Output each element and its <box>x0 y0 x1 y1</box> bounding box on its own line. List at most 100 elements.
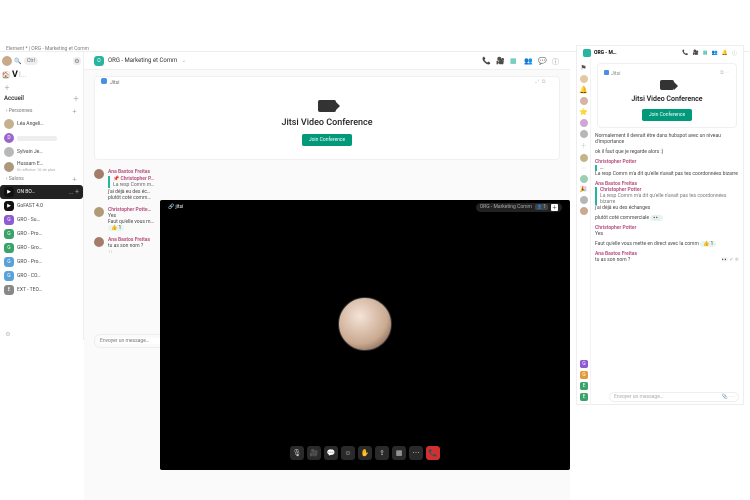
popout-icon[interactable]: ⧉ <box>542 79 546 85</box>
room-row[interactable]: ▶ON BO…… + <box>0 185 83 199</box>
people-icon[interactable]: 👥 <box>712 50 718 57</box>
avatar <box>4 147 14 157</box>
share-button[interactable]: ⇪ <box>375 446 389 460</box>
video-tile-self <box>338 297 392 351</box>
room-badge[interactable]: E <box>580 382 588 390</box>
search-icon[interactable]: 🔍 <box>14 57 22 65</box>
smile-button[interactable]: ☺ <box>341 446 355 460</box>
more-icon[interactable]: ⋯ <box>725 70 730 76</box>
avatar[interactable] <box>580 97 588 105</box>
room-row[interactable]: EEXT - TEO… <box>0 283 83 297</box>
bell-icon[interactable]: 🔔 <box>722 50 728 57</box>
video-icon[interactable]: 🎥 <box>693 50 699 57</box>
room-title: ORG - Marketing et Comm <box>108 57 177 64</box>
reaction-badge[interactable]: 👀 <box>650 215 662 221</box>
grid-icon[interactable]: ▦ <box>510 57 518 65</box>
chat-icon[interactable]: 💬 <box>538 57 546 65</box>
person-row[interactable]: Léa Angeli… <box>0 117 83 131</box>
mini-placeholder: Envoyer un message… <box>614 394 663 400</box>
room-name: EXT - TEO… <box>17 287 42 293</box>
avatar[interactable] <box>580 130 588 138</box>
avatar[interactable] <box>580 154 588 162</box>
call-participants: 👤 1 <box>535 204 548 210</box>
mic-button[interactable]: 🎙 <box>290 446 304 460</box>
jitsi-brand: 🔗 jitsi <box>168 204 183 210</box>
person-row[interactable]: Hussam E…En afficher 10 de plus <box>0 159 83 174</box>
avatar <box>4 119 14 129</box>
call-room-name: ORG - Marketing Comm <box>480 204 532 210</box>
message-text: plutôt coté commerciale <box>595 215 649 221</box>
plus-icon[interactable]: ＋ <box>72 176 77 183</box>
reaction-badge[interactable]: 👍 1 <box>700 241 716 247</box>
message: Ana Bastos Freitas📌 Christopher P…La res… <box>94 166 560 204</box>
people-icon[interactable]: 👥 <box>524 57 532 65</box>
room-row[interactable]: GGRO - Su… <box>0 213 83 227</box>
person-row[interactable]: D <box>0 131 83 145</box>
person-name: Sylvain Je… <box>17 149 67 155</box>
gear-icon[interactable]: ⚙ <box>4 330 12 338</box>
plus-icon[interactable]: ＋ <box>72 108 77 115</box>
room-badge[interactable]: G <box>580 371 588 379</box>
room-badge[interactable]: G <box>580 360 588 368</box>
home-section[interactable]: Accueil ＋ <box>0 91 83 106</box>
room-badge[interactable]: E <box>580 393 588 401</box>
mini-message: plutôt coté commerciale 👀 <box>595 213 739 223</box>
home-icon[interactable]: 🏠 <box>2 71 10 79</box>
mini-composer[interactable]: Envoyer un message… 📎 ⋯ <box>609 392 739 402</box>
star-icon[interactable]: ⭐ <box>579 108 588 116</box>
plus-icon[interactable]: ＋ <box>73 94 79 103</box>
profile-avatar[interactable] <box>2 56 12 66</box>
grid-icon[interactable]: ▦ <box>703 50 708 57</box>
room-name: GRO - CO… <box>17 273 41 279</box>
mini-message: Ana Bastos FreitasChristopher PotterLa r… <box>595 179 739 213</box>
popout-icon[interactable]: ⧉ <box>720 70 724 76</box>
more-icon[interactable]: ⋯ <box>548 79 553 85</box>
grid-button[interactable]: ▦ <box>392 446 406 460</box>
hand-button[interactable]: ✋ <box>358 446 372 460</box>
chevron-down-icon[interactable]: ⌄ <box>181 57 186 64</box>
phone-icon[interactable]: 📞 <box>682 50 688 57</box>
room-badge: ▶ <box>4 187 14 197</box>
room-badge: ▶ <box>4 201 14 211</box>
room-row[interactable]: GGRO - Pro… <box>0 227 83 241</box>
settings-icon[interactable]: ⚙ <box>73 57 81 65</box>
avatar[interactable] <box>580 75 588 83</box>
join-button[interactable]: Join Conference <box>302 134 352 146</box>
room-name: GRO - Gro… <box>17 245 42 251</box>
bell-icon[interactable]: 🔔 <box>579 86 588 94</box>
join-button[interactable]: Join Conference <box>642 109 692 121</box>
room-row[interactable]: GGRO - CO… <box>0 269 83 283</box>
chat-button[interactable]: 💬 <box>324 446 338 460</box>
mini-message: ok il faut que je regarde alors :) <box>595 147 739 157</box>
person-row[interactable]: Sylvain Je… <box>0 145 83 159</box>
room-name: GRO - Pro… <box>17 231 42 237</box>
room-badge: G <box>4 271 14 281</box>
avatar[interactable] <box>580 175 588 183</box>
room-row[interactable]: GGRO - Pro… <box>0 255 83 269</box>
avatar[interactable] <box>580 119 588 127</box>
room-avatar: O <box>94 56 104 66</box>
more-button[interactable]: ⋯ <box>409 446 423 460</box>
avatar <box>94 207 104 217</box>
mini-message: Christopher PotterYes <box>595 223 739 239</box>
info-icon[interactable]: ⓘ <box>552 57 560 65</box>
avatar[interactable] <box>580 196 588 204</box>
phone-icon[interactable]: 📞 <box>482 57 490 65</box>
rooms-heading[interactable]: ‹ Salons ＋ <box>0 174 83 185</box>
cam-button[interactable]: 🎥 <box>307 446 321 460</box>
add-icon[interactable]: ＋ <box>580 141 587 151</box>
room-badge: G <box>4 257 14 267</box>
video-icon[interactable]: 🎥 <box>496 57 504 65</box>
avatar[interactable] <box>580 207 588 215</box>
avatar <box>94 237 104 247</box>
thread-icon[interactable]: ⚑ <box>580 64 586 72</box>
info-icon[interactable]: ⓘ <box>732 50 737 57</box>
invite-icon[interactable]: ＋ <box>551 204 558 211</box>
people-heading[interactable]: ‹ Personnes ＋ <box>0 106 83 117</box>
reaction-badge[interactable]: 👍 1 <box>108 225 124 231</box>
hangup-button[interactable]: 📞 <box>426 446 440 460</box>
add-icon[interactable]: ＋ <box>3 83 11 91</box>
expand-icon[interactable]: ⤢ <box>535 79 539 85</box>
room-row[interactable]: GGRO - Gro… <box>0 241 83 255</box>
room-row[interactable]: ▶GoFAST 4.0 <box>0 199 83 213</box>
